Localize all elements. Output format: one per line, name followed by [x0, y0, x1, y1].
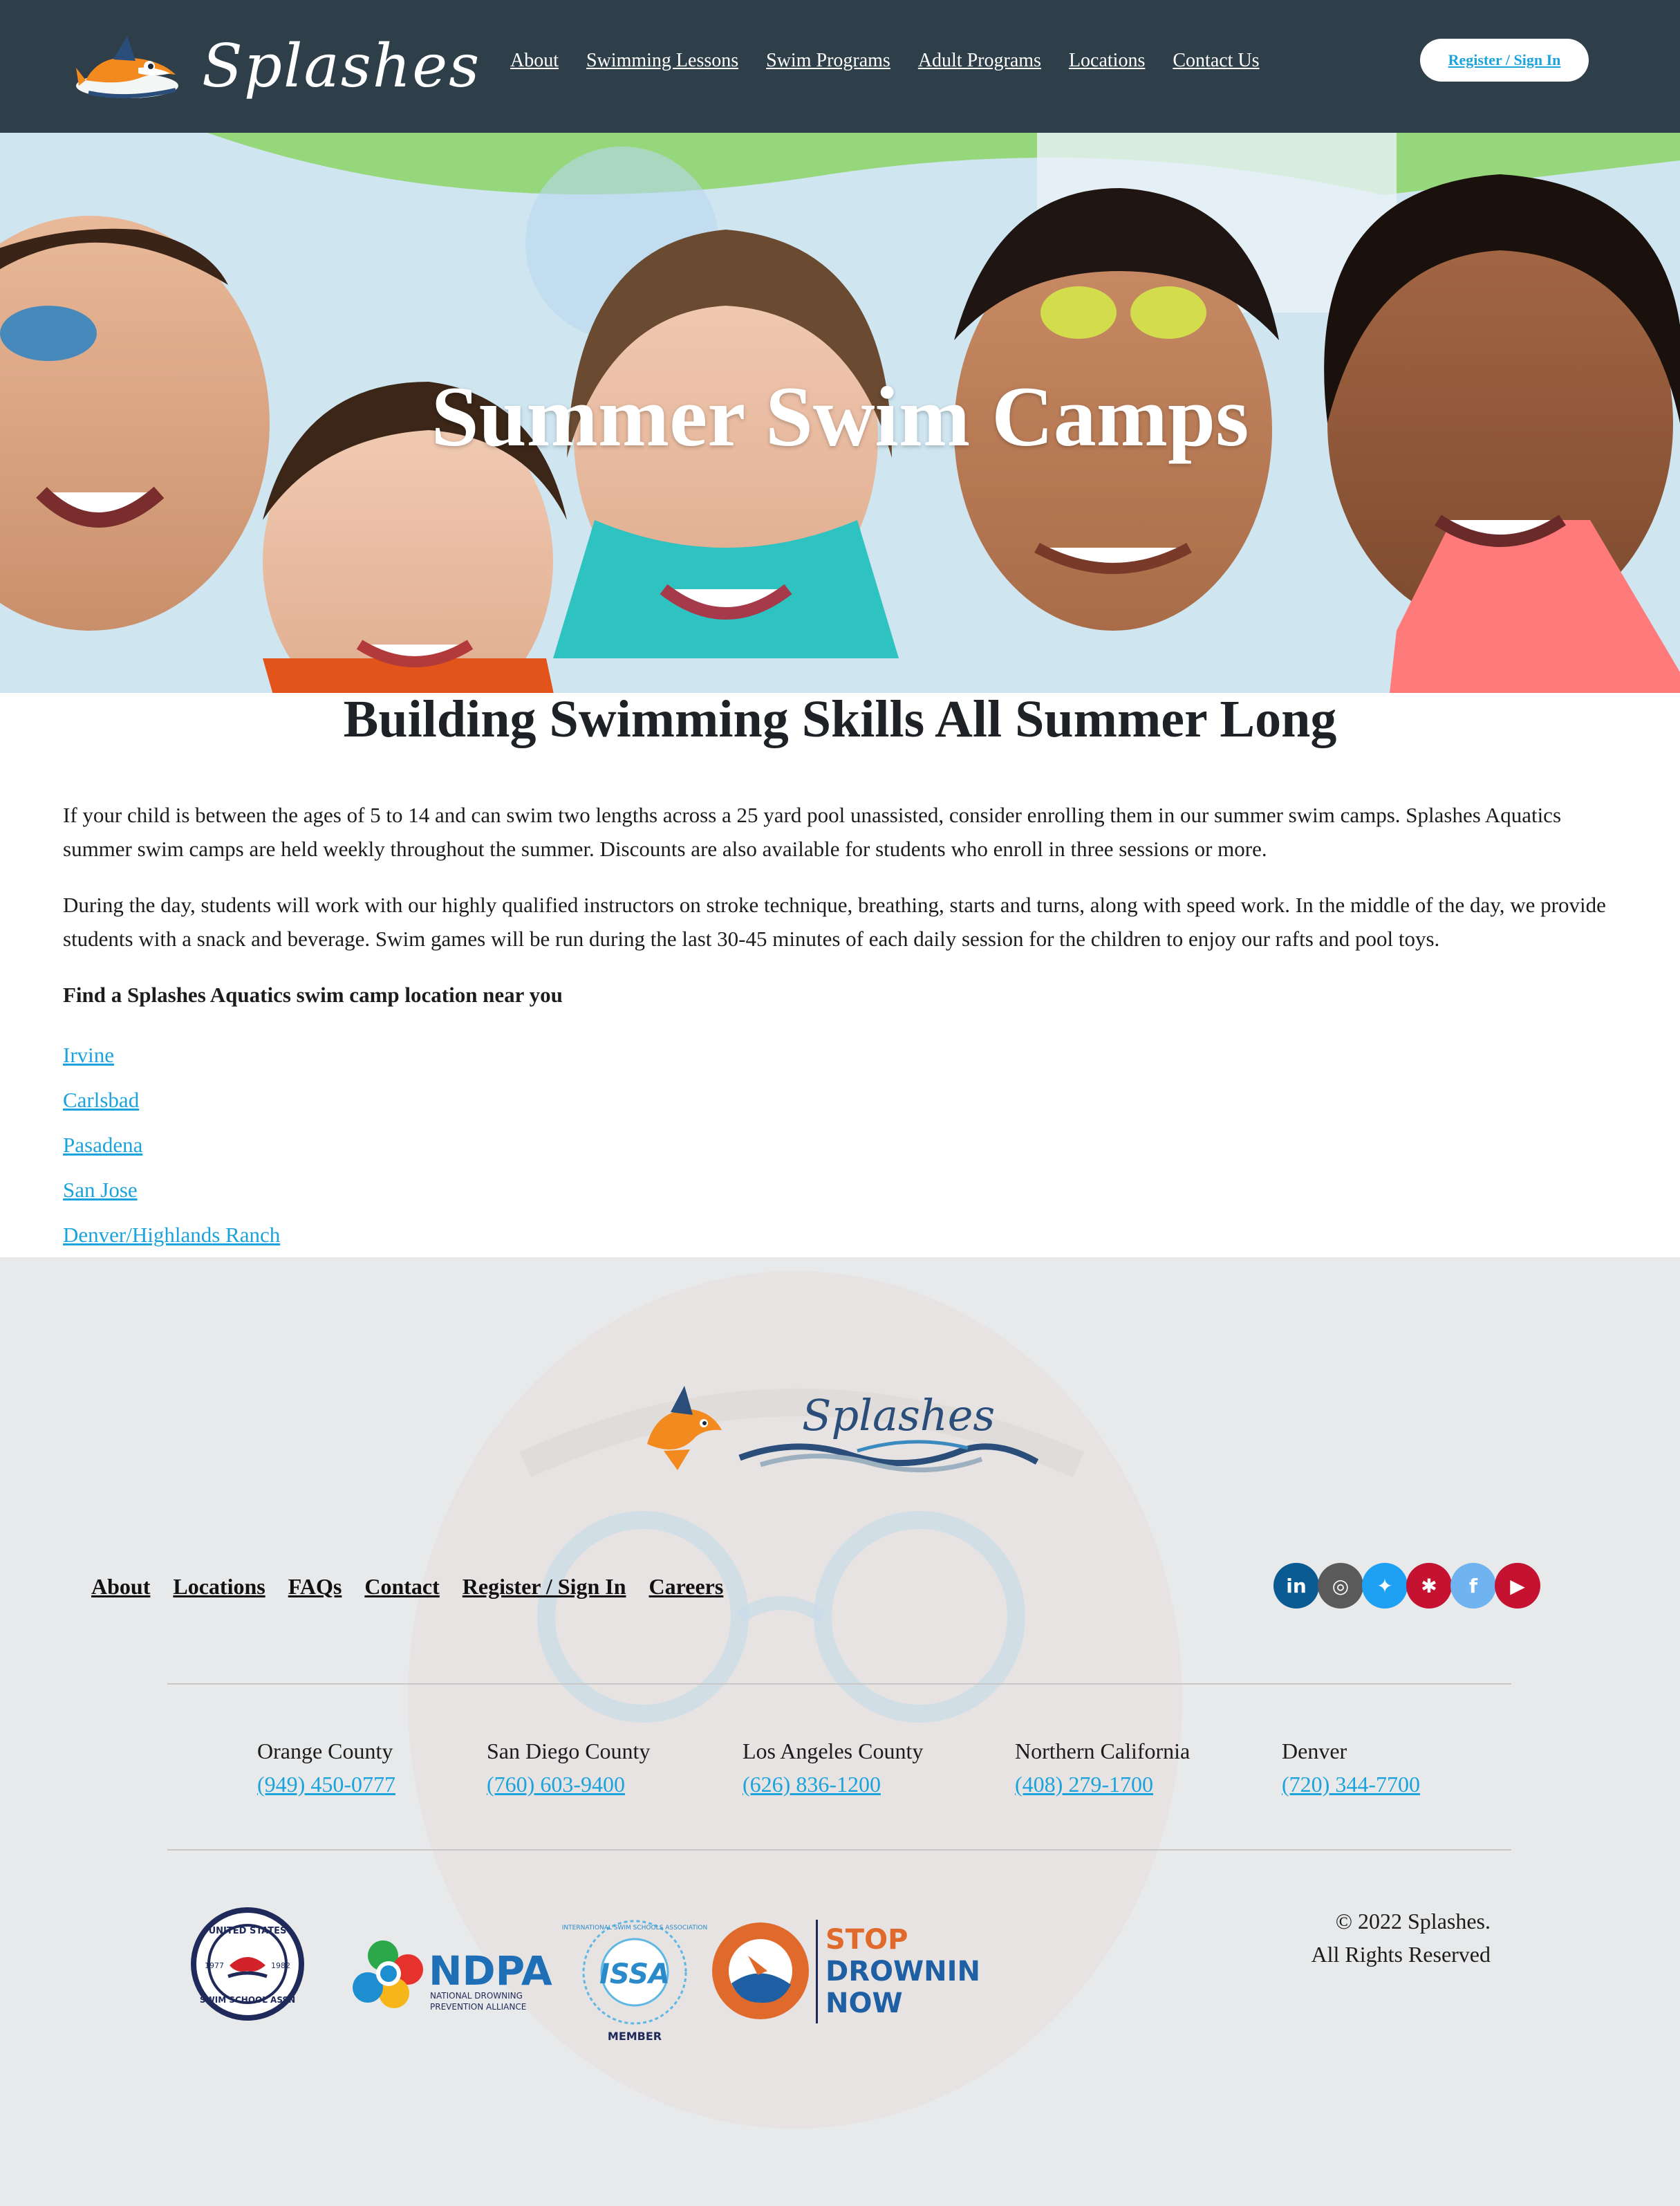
nav-locations[interactable]: Locations	[1069, 46, 1145, 76]
footer-nav-register[interactable]: Register / Sign In	[463, 1570, 626, 1603]
footer-nav-contact[interactable]: Contact	[364, 1570, 439, 1603]
main-content: Building Swimming Skills All Summer Long…	[0, 693, 1680, 1257]
hero-banner: Summer Swim Camps	[0, 133, 1680, 693]
region-name: Los Angeles County	[743, 1739, 924, 1763]
region-name: San Diego County	[487, 1739, 651, 1763]
svg-text:STOP: STOP	[825, 1924, 908, 1956]
copyright-line-1: © 2022 Splashes.	[1335, 1909, 1491, 1934]
intro-paragraph: If your child is between the ages of 5 t…	[63, 803, 1562, 861]
facebook-icon[interactable]: f	[1450, 1563, 1496, 1609]
nav-contact-us[interactable]: Contact Us	[1173, 46, 1259, 76]
footer-logo-text: Splashes	[802, 1390, 995, 1440]
copyright-line-2: All Rights Reserved	[1311, 1942, 1491, 1967]
main-nav: About Swimming Lessons Swim Programs Adu…	[510, 46, 1287, 76]
svg-text:SWIM SCHOOL ASSN: SWIM SCHOOL ASSN	[200, 1995, 295, 2005]
yelp-icon[interactable]: ✱	[1406, 1563, 1452, 1609]
location-link-pasadena[interactable]: Pasadena	[63, 1129, 280, 1174]
svg-text:NDPA: NDPA	[429, 1947, 552, 1994]
nav-about[interactable]: About	[510, 46, 559, 76]
twitter-icon[interactable]: ✦	[1362, 1563, 1408, 1609]
region-name: Orange County	[257, 1739, 393, 1763]
page-heading: Building Swimming Skills All Summer Long	[343, 690, 1337, 748]
footer-divider-bottom	[167, 1849, 1511, 1851]
header-logo[interactable]: Splashes	[72, 24, 480, 109]
svg-text:DROWNING: DROWNING	[825, 1956, 982, 1987]
footer-nav-careers[interactable]: Careers	[649, 1570, 724, 1603]
region-name: Northern California	[1015, 1739, 1191, 1763]
youtube-icon[interactable]: ▶	[1495, 1563, 1540, 1609]
region-phone-link[interactable]: (408) 279-1700	[1015, 1768, 1190, 1801]
location-list: Irvine Carlsbad Pasadena San Jose Denver…	[63, 1039, 280, 1263]
location-link-carlsbad[interactable]: Carlsbad	[63, 1084, 280, 1129]
footer-nav-about[interactable]: About	[91, 1570, 150, 1603]
region-northern-california: Northern California (408) 279-1700	[1015, 1734, 1190, 1801]
affiliation-badges: UNITED STATES SWIM SCHOOL ASSN 1977 1982…	[191, 1907, 982, 2043]
svg-text:NATIONAL DROWNING: NATIONAL DROWNING	[430, 1991, 523, 2001]
footer-nav-locations[interactable]: Locations	[173, 1570, 265, 1603]
region-phone-link[interactable]: (760) 603-9400	[487, 1768, 650, 1801]
region-orange-county: Orange County (949) 450-0777	[257, 1734, 395, 1801]
site-footer: Splashes About Locations FAQs Contact Re…	[0, 1257, 1680, 2206]
nav-swim-programs[interactable]: Swim Programs	[766, 46, 890, 76]
region-phone-link[interactable]: (720) 344-7700	[1282, 1768, 1420, 1801]
daily-schedule-paragraph: During the day, students will work with …	[63, 893, 1606, 951]
footer-shark-icon	[647, 1386, 722, 1470]
register-sign-in-button[interactable]: Register / Sign In	[1420, 39, 1589, 82]
find-location-heading: Find a Splashes Aquatics swim camp locat…	[63, 983, 563, 1007]
footer-nav: About Locations FAQs Contact Register / …	[91, 1570, 746, 1603]
footer-nav-faqs[interactable]: FAQs	[288, 1570, 342, 1603]
hero-title: Summer Swim Camps	[431, 369, 1249, 464]
location-link-irvine[interactable]: Irvine	[63, 1039, 280, 1084]
region-los-angeles-county: Los Angeles County (626) 836-1200	[743, 1734, 923, 1801]
location-link-san-jose[interactable]: San Jose	[63, 1174, 280, 1218]
nav-adult-programs[interactable]: Adult Programs	[918, 46, 1041, 76]
svg-text:MEMBER: MEMBER	[608, 2030, 662, 2043]
footer-divider-top	[167, 1683, 1511, 1685]
shark-mascot-icon	[76, 36, 178, 99]
svg-text:ISSA: ISSA	[599, 1958, 670, 1990]
copyright-notice: © 2022 Splashes. All Rights Reserved	[1175, 1904, 1491, 1971]
ndpa-badge[interactable]: NDPA NATIONAL DROWNING PREVENTION ALLIAN…	[353, 1940, 552, 2012]
svg-text:PREVENTION ALLIANCE: PREVENTION ALLIANCE	[430, 2002, 526, 2012]
register-sign-in-label: Register / Sign In	[1448, 51, 1561, 68]
linkedin-icon[interactable]: in	[1273, 1563, 1319, 1609]
svg-text:UNITED STATES: UNITED STATES	[209, 1926, 287, 1936]
region-phone-link[interactable]: (949) 450-0777	[257, 1768, 395, 1801]
region-phone-link[interactable]: (626) 836-1200	[743, 1768, 923, 1801]
svg-text:INTERNATIONAL SWIM SCHOOLS ASS: INTERNATIONAL SWIM SCHOOLS ASSOCIATION	[562, 1925, 707, 1931]
regional-phone-list: Orange County (949) 450-0777 San Diego C…	[0, 1734, 1680, 1810]
social-links: in ◎ ✦ ✱ f ▶	[1273, 1563, 1540, 1609]
footer-logo[interactable]: Splashes	[636, 1382, 1044, 1485]
issa-badge[interactable]: ISSA INTERNATIONAL SWIM SCHOOLS ASSOCIAT…	[562, 1920, 707, 2043]
stop-drowning-now-badge[interactable]: STOP DROWNING NOW	[712, 1920, 982, 2023]
region-san-diego-county: San Diego County (760) 603-9400	[487, 1734, 650, 1801]
svg-text:1982: 1982	[271, 1961, 290, 1970]
site-header: Splashes About Swimming Lessons Swim Pro…	[0, 0, 1680, 133]
svg-text:NOW: NOW	[825, 1987, 903, 2019]
nav-swimming-lessons[interactable]: Swimming Lessons	[586, 46, 738, 76]
svg-text:1977: 1977	[205, 1961, 224, 1970]
usssa-badge[interactable]: UNITED STATES SWIM SCHOOL ASSN 1977 1982	[191, 1907, 304, 2021]
region-name: Denver	[1282, 1739, 1347, 1763]
region-denver: Denver (720) 344-7700	[1282, 1734, 1420, 1801]
logo-text: Splashes	[202, 32, 481, 101]
instagram-icon[interactable]: ◎	[1318, 1563, 1363, 1609]
